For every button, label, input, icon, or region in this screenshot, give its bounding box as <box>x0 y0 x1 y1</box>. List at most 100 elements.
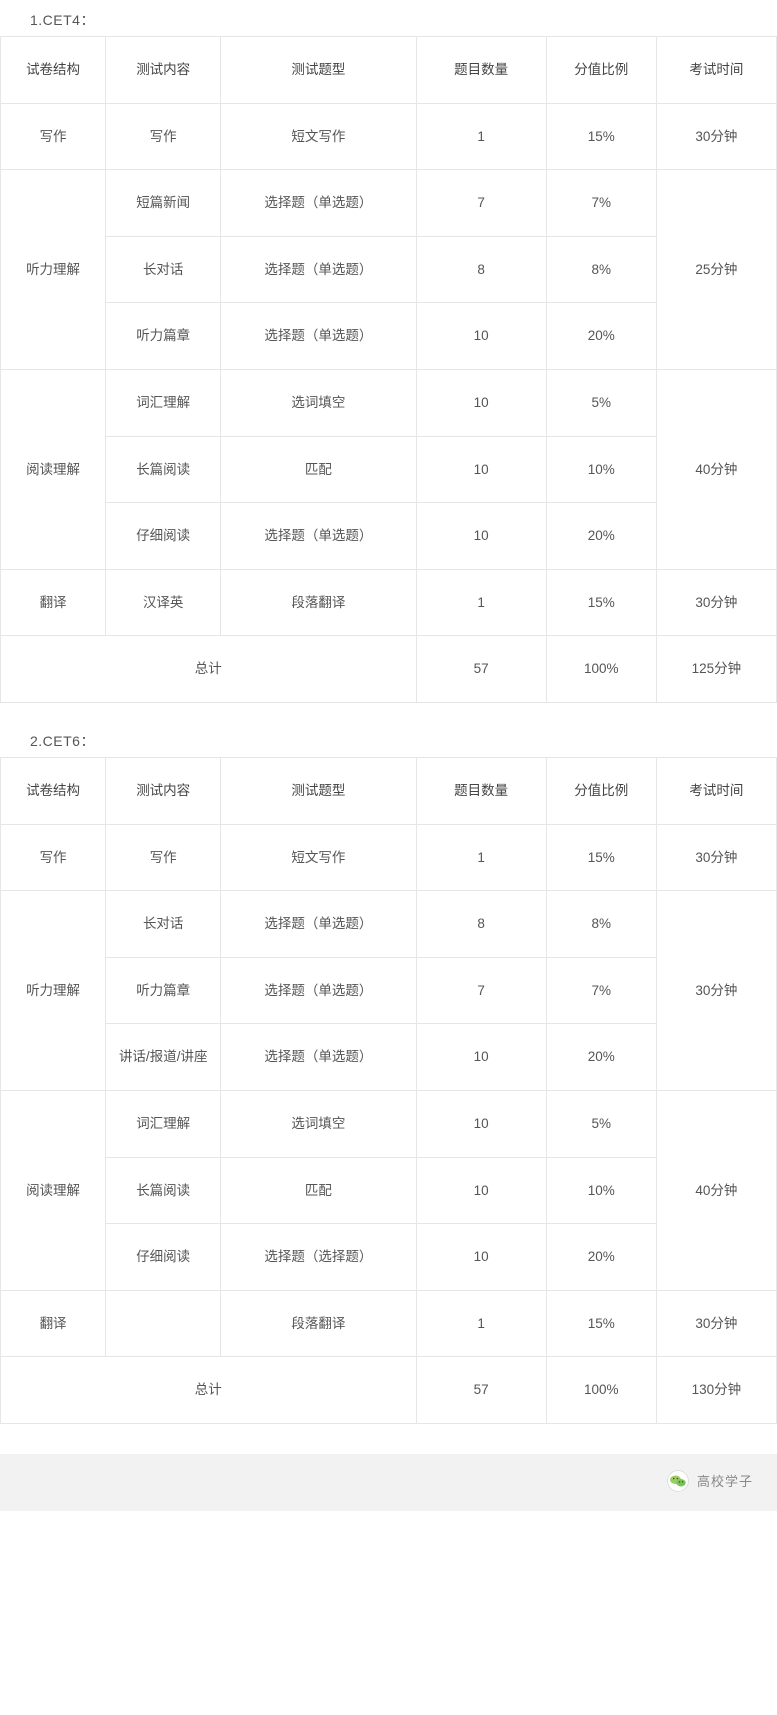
time-cell: 30分钟 <box>656 103 776 170</box>
total-pct-cell: 100% <box>546 636 656 703</box>
table-row: 阅读理解词汇理解选词填空105%40分钟 <box>1 1090 777 1157</box>
count-cell: 10 <box>416 436 546 503</box>
pct-cell: 10% <box>546 1157 656 1224</box>
structure-cell: 写作 <box>1 103 106 170</box>
count-cell: 1 <box>416 1290 546 1357</box>
table-header-cell: 测试题型 <box>221 37 416 104</box>
count-cell: 10 <box>416 1224 546 1291</box>
type-cell: 选择题（选择题） <box>221 1224 416 1291</box>
table-header-cell: 试卷结构 <box>1 757 106 824</box>
content-cell: 听力篇章 <box>106 957 221 1024</box>
count-cell: 10 <box>416 1157 546 1224</box>
time-cell: 30分钟 <box>656 1290 776 1357</box>
table-row: 听力理解短篇新闻选择题（单选题）77%25分钟 <box>1 170 777 237</box>
total-count-cell: 57 <box>416 636 546 703</box>
wechat-icon <box>667 1470 689 1492</box>
pct-cell: 7% <box>546 170 656 237</box>
content-cell: 讲话/报道/讲座 <box>106 1024 221 1091</box>
type-cell: 段落翻译 <box>221 569 416 636</box>
time-cell: 25分钟 <box>656 170 776 370</box>
pct-cell: 5% <box>546 1090 656 1157</box>
footer-bar: 高校学子 <box>0 1454 777 1511</box>
table-row: 翻译段落翻译115%30分钟 <box>1 1290 777 1357</box>
type-cell: 匹配 <box>221 1157 416 1224</box>
structure-cell: 阅读理解 <box>1 1090 106 1290</box>
table-header-cell: 测试内容 <box>106 37 221 104</box>
section-title: 1.CET4： <box>0 0 777 36</box>
total-label-cell: 总计 <box>1 636 417 703</box>
table-row: 写作写作短文写作115%30分钟 <box>1 103 777 170</box>
structure-cell: 听力理解 <box>1 170 106 370</box>
count-cell: 7 <box>416 170 546 237</box>
content-cell: 长对话 <box>106 236 221 303</box>
count-cell: 1 <box>416 824 546 891</box>
table-total-row: 总计57100%125分钟 <box>1 636 777 703</box>
count-cell: 10 <box>416 1024 546 1091</box>
pct-cell: 7% <box>546 957 656 1024</box>
exam-table: 试卷结构测试内容测试题型题目数量分值比例考试时间写作写作短文写作115%30分钟… <box>0 36 777 703</box>
table-row: 阅读理解词汇理解选词填空105%40分钟 <box>1 369 777 436</box>
content-cell: 写作 <box>106 824 221 891</box>
table-total-row: 总计57100%130分钟 <box>1 1357 777 1424</box>
pct-cell: 20% <box>546 1224 656 1291</box>
type-cell: 选择题（单选题） <box>221 1024 416 1091</box>
type-cell: 短文写作 <box>221 824 416 891</box>
content-cell: 长对话 <box>106 891 221 958</box>
content-cell: 长篇阅读 <box>106 1157 221 1224</box>
table-row: 听力理解长对话选择题（单选题）88%30分钟 <box>1 891 777 958</box>
content-cell: 长篇阅读 <box>106 436 221 503</box>
content-cell <box>106 1290 221 1357</box>
count-cell: 1 <box>416 103 546 170</box>
pct-cell: 10% <box>546 436 656 503</box>
table-header-cell: 分值比例 <box>546 37 656 104</box>
count-cell: 1 <box>416 569 546 636</box>
type-cell: 短文写作 <box>221 103 416 170</box>
pct-cell: 8% <box>546 236 656 303</box>
pct-cell: 20% <box>546 303 656 370</box>
table-row: 翻译汉译英段落翻译115%30分钟 <box>1 569 777 636</box>
total-pct-cell: 100% <box>546 1357 656 1424</box>
structure-cell: 写作 <box>1 824 106 891</box>
time-cell: 40分钟 <box>656 1090 776 1290</box>
pct-cell: 15% <box>546 103 656 170</box>
table-header-cell: 试卷结构 <box>1 37 106 104</box>
table-row: 写作写作短文写作115%30分钟 <box>1 824 777 891</box>
table-header-cell: 题目数量 <box>416 37 546 104</box>
content-cell: 汉译英 <box>106 569 221 636</box>
type-cell: 选择题（单选题） <box>221 957 416 1024</box>
type-cell: 选择题（单选题） <box>221 891 416 958</box>
content-cell: 词汇理解 <box>106 1090 221 1157</box>
total-label-cell: 总计 <box>1 1357 417 1424</box>
structure-cell: 阅读理解 <box>1 369 106 569</box>
structure-cell: 翻译 <box>1 1290 106 1357</box>
count-cell: 7 <box>416 957 546 1024</box>
total-time-cell: 125分钟 <box>656 636 776 703</box>
time-cell: 40分钟 <box>656 369 776 569</box>
structure-cell: 翻译 <box>1 569 106 636</box>
table-header-row: 试卷结构测试内容测试题型题目数量分值比例考试时间 <box>1 757 777 824</box>
exam-table: 试卷结构测试内容测试题型题目数量分值比例考试时间写作写作短文写作115%30分钟… <box>0 757 777 1424</box>
type-cell: 选择题（单选题） <box>221 170 416 237</box>
pct-cell: 15% <box>546 824 656 891</box>
pct-cell: 5% <box>546 369 656 436</box>
total-time-cell: 130分钟 <box>656 1357 776 1424</box>
count-cell: 10 <box>416 1090 546 1157</box>
time-cell: 30分钟 <box>656 824 776 891</box>
type-cell: 匹配 <box>221 436 416 503</box>
time-cell: 30分钟 <box>656 891 776 1091</box>
type-cell: 选择题（单选题） <box>221 503 416 570</box>
time-cell: 30分钟 <box>656 569 776 636</box>
type-cell: 选词填空 <box>221 369 416 436</box>
pct-cell: 20% <box>546 503 656 570</box>
pct-cell: 15% <box>546 569 656 636</box>
type-cell: 选择题（单选题） <box>221 236 416 303</box>
table-header-cell: 分值比例 <box>546 757 656 824</box>
count-cell: 10 <box>416 303 546 370</box>
pct-cell: 15% <box>546 1290 656 1357</box>
footer-label: 高校学子 <box>697 1471 753 1490</box>
count-cell: 8 <box>416 236 546 303</box>
structure-cell: 听力理解 <box>1 891 106 1091</box>
content-cell: 词汇理解 <box>106 369 221 436</box>
pct-cell: 20% <box>546 1024 656 1091</box>
table-header-cell: 考试时间 <box>656 757 776 824</box>
